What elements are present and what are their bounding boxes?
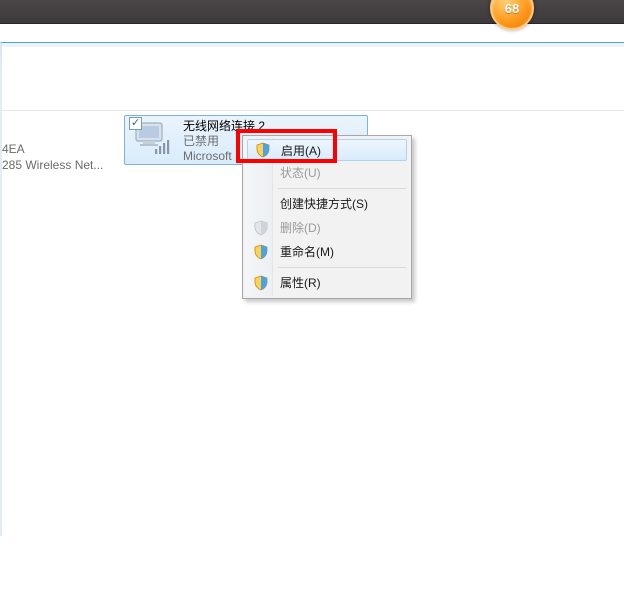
toolbar-area (2, 47, 624, 111)
menu-separator (278, 267, 406, 268)
menu-label: 启用(A) (281, 144, 321, 158)
menu-item-status: 状态(U) (246, 161, 408, 185)
menu-item-properties[interactable]: 属性(R) (246, 271, 408, 295)
checkbox-icon (129, 117, 142, 130)
menu-inner: 启用(A) 状态(U) 创建快捷方式(S) 删除(D) (245, 138, 409, 296)
menu-item-rename[interactable]: 重命名(M) (246, 240, 408, 264)
adapter-name: 无线网络连接 2 (183, 119, 265, 134)
menu-label: 属性(R) (280, 276, 321, 290)
title-bar: 68 (0, 0, 624, 24)
shield-icon (255, 142, 271, 158)
context-menu: 启用(A) 状态(U) 创建快捷方式(S) 删除(D) (242, 135, 412, 299)
menu-item-create-shortcut[interactable]: 创建快捷方式(S) (246, 192, 408, 216)
shield-icon (253, 220, 269, 236)
menu-label: 重命名(M) (280, 245, 334, 259)
menu-item-delete: 删除(D) (246, 216, 408, 240)
menu-label: 删除(D) (280, 221, 321, 235)
notification-badge[interactable]: 68 (490, 0, 534, 30)
menu-label: 状态(U) (280, 166, 321, 180)
content-area: 4EA 285 Wireless Net... (2, 111, 624, 600)
badge-count: 68 (505, 1, 519, 16)
window-frame: 4EA 285 Wireless Net... (0, 42, 624, 536)
menu-separator (278, 188, 406, 189)
text-line: 285 Wireless Net... (2, 157, 103, 173)
tile-icon-wrap (131, 119, 177, 161)
adjacent-tile-text: 4EA 285 Wireless Net... (2, 141, 103, 173)
text-line: 4EA (2, 141, 103, 157)
shield-icon (253, 244, 269, 260)
menu-item-enable[interactable]: 启用(A) (247, 139, 407, 161)
menu-label: 创建快捷方式(S) (280, 197, 368, 211)
shield-icon (253, 275, 269, 291)
